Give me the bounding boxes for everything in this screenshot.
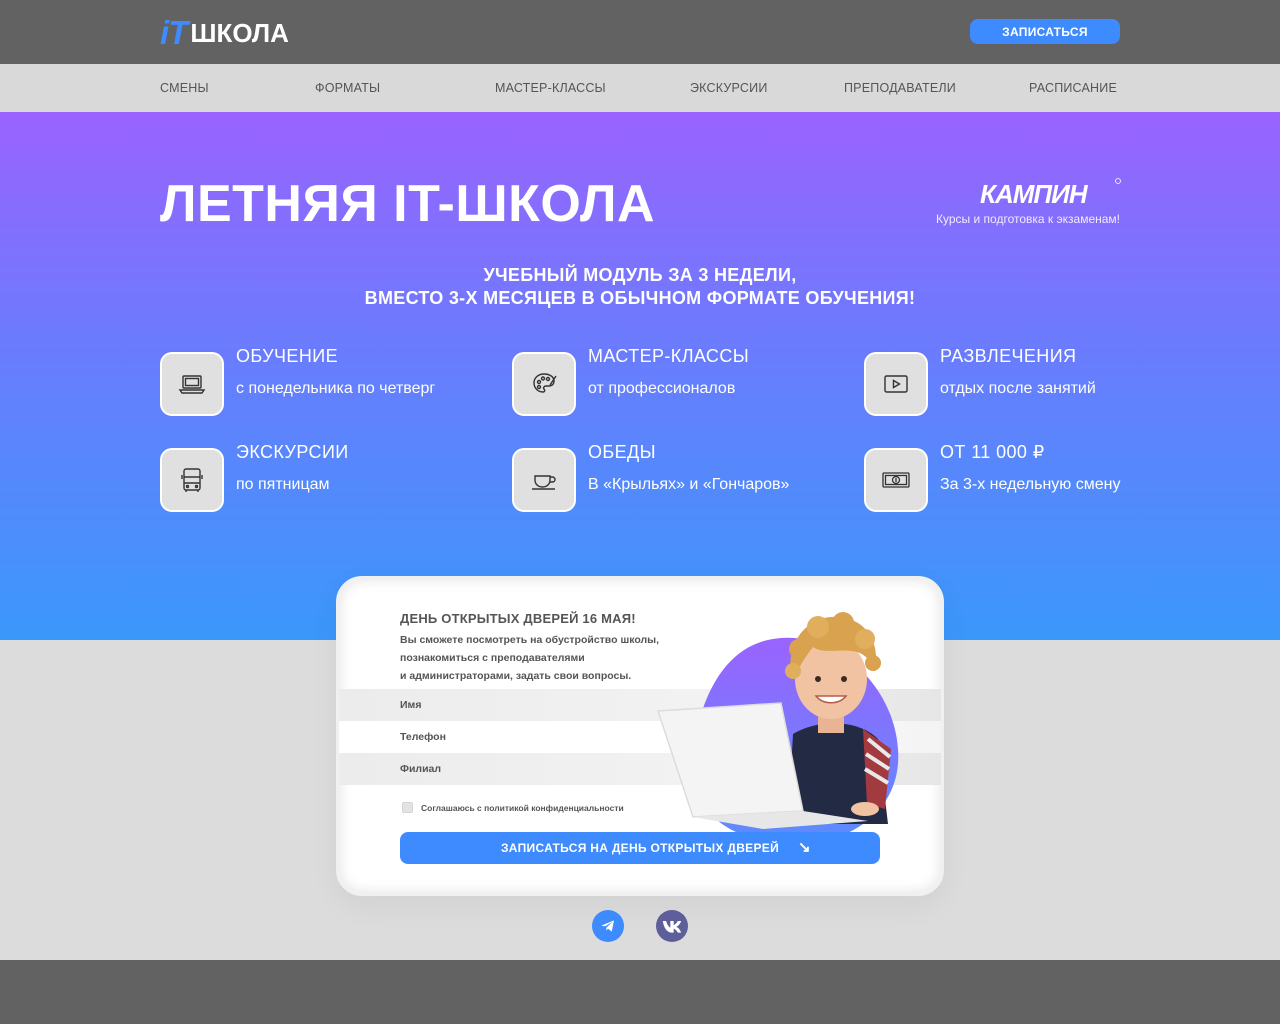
feature-desc: отдых после занятий	[940, 380, 1096, 397]
hero-subtitle-line-1: УЧЕБНЫЙ МОДУЛЬ ЗА 3 НЕДЕЛИ,	[483, 265, 797, 285]
hero-section: ЛЕТНЯЯ IT-ШКОЛА КАМПИН Курсы и подготовк…	[0, 112, 1280, 640]
hero-title: ЛЕТНЯЯ IT-ШКОЛА	[160, 175, 656, 233]
partner-tagline: Курсы и подготовка к экзаменам!	[936, 212, 1120, 226]
partner-logo-text: КАМПИН	[980, 179, 1089, 209]
feature-title: МАСТЕР-КЛАССЫ	[588, 346, 750, 366]
consent-checkbox[interactable]	[402, 802, 413, 813]
site-logo[interactable]: iT ШКОЛА	[160, 14, 289, 51]
feature-lunches: ОБЕДЫ В «Крыльях» и «Гончаров»	[512, 442, 802, 518]
form-title: ДЕНЬ ОТКРЫТЫХ ДВЕРЕЙ 16 МАЯ!	[400, 611, 636, 626]
feature-excursions: ЭКСКУРСИИ по пятницам	[160, 442, 450, 518]
hero-subtitle-line-2: ВМЕСТО 3-Х МЕСЯЦЕВ В ОБЫЧНОМ ФОРМАТЕ ОБУ…	[364, 288, 916, 308]
feature-title: ЭКСКУРСИИ	[236, 442, 349, 462]
nav-item-master-classes[interactable]: МАСТЕР-КЛАССЫ	[495, 81, 606, 95]
feature-desc: с понедельника по четверг	[236, 380, 436, 397]
cup-icon	[512, 448, 576, 512]
site-footer	[0, 960, 1280, 1024]
child-with-laptop-image	[656, 612, 899, 845]
logo-school-text: ШКОЛА	[190, 18, 289, 48]
signup-button[interactable]: ЗАПИСАТЬСЯ	[970, 19, 1120, 44]
money-icon	[864, 448, 928, 512]
feature-title: РАЗВЛЕЧЕНИЯ	[940, 346, 1077, 366]
nav-item-schedule[interactable]: РАСПИСАНИЕ	[1029, 81, 1117, 95]
feature-entertainment: РАЗВЛЕЧЕНИЯ отдых после занятий	[864, 346, 1154, 422]
nav-item-formats[interactable]: ФОРМАТЫ	[315, 81, 380, 95]
feature-desc: от профессионалов	[588, 380, 736, 397]
vk-link[interactable]	[656, 910, 688, 942]
feature-title: ОТ 11 000 ₽	[940, 442, 1045, 462]
submit-button-label: ЗАПИСАТЬСЯ НА ДЕНЬ ОТКРЫТЫХ ДВЕРЕЙ	[500, 841, 780, 855]
site-header: iT ШКОЛА ЗАПИСАТЬСЯ	[0, 0, 1280, 64]
feature-learning: ОБУЧЕНИЕ с понедельника по четверг	[160, 346, 450, 422]
feature-title: ОБЕДЫ	[588, 442, 656, 462]
partner-logo: КАМПИН	[980, 178, 1121, 209]
palette-icon	[512, 352, 576, 416]
feature-price: ОТ 11 000 ₽ За 3-х недельную смену	[864, 442, 1154, 518]
nav-item-shifts[interactable]: СМЕНЫ	[160, 81, 209, 95]
consent-label[interactable]: Соглашаюсь с политикой конфиденциальност…	[421, 803, 624, 813]
feature-desc: За 3-х недельную смену	[940, 476, 1121, 493]
arrow-down-right-icon: ↘	[798, 839, 811, 856]
main-nav: СМЕНЫ ФОРМАТЫ МАСТЕР-КЛАССЫ ЭКСКУРСИИ ПР…	[0, 64, 1280, 112]
name-input[interactable]	[400, 689, 660, 721]
logo-it-text: iT	[160, 14, 188, 51]
laptop-icon	[160, 352, 224, 416]
submit-open-day-button[interactable]: ЗАПИСАТЬСЯ НА ДЕНЬ ОТКРЫТЫХ ДВЕРЕЙ ↘	[400, 832, 880, 864]
nav-item-excursions[interactable]: ЭКСКУРСИИ	[690, 81, 768, 95]
telegram-icon	[601, 920, 614, 932]
feature-master-classes: МАСТЕР-КЛАССЫ от профессионалов	[512, 346, 802, 422]
branch-input[interactable]	[400, 753, 660, 785]
nav-item-teachers[interactable]: ПРЕПОДАВАТЕЛИ	[844, 81, 956, 95]
phone-input[interactable]	[400, 721, 660, 753]
feature-desc: по пятницам	[236, 476, 330, 493]
open-day-form-card: ДЕНЬ ОТКРЫТЫХ ДВЕРЕЙ 16 МАЯ! Вы сможете …	[336, 576, 944, 896]
bus-icon	[160, 448, 224, 512]
play-icon	[864, 352, 928, 416]
hero-subtitle: УЧЕБНЫЙ МОДУЛЬ ЗА 3 НЕДЕЛИ, ВМЕСТО 3-Х М…	[0, 264, 1280, 310]
feature-title: ОБУЧЕНИЕ	[236, 346, 338, 366]
telegram-link[interactable]	[592, 910, 624, 942]
vk-icon	[662, 921, 682, 933]
feature-desc: В «Крыльях» и «Гончаров»	[588, 476, 790, 493]
